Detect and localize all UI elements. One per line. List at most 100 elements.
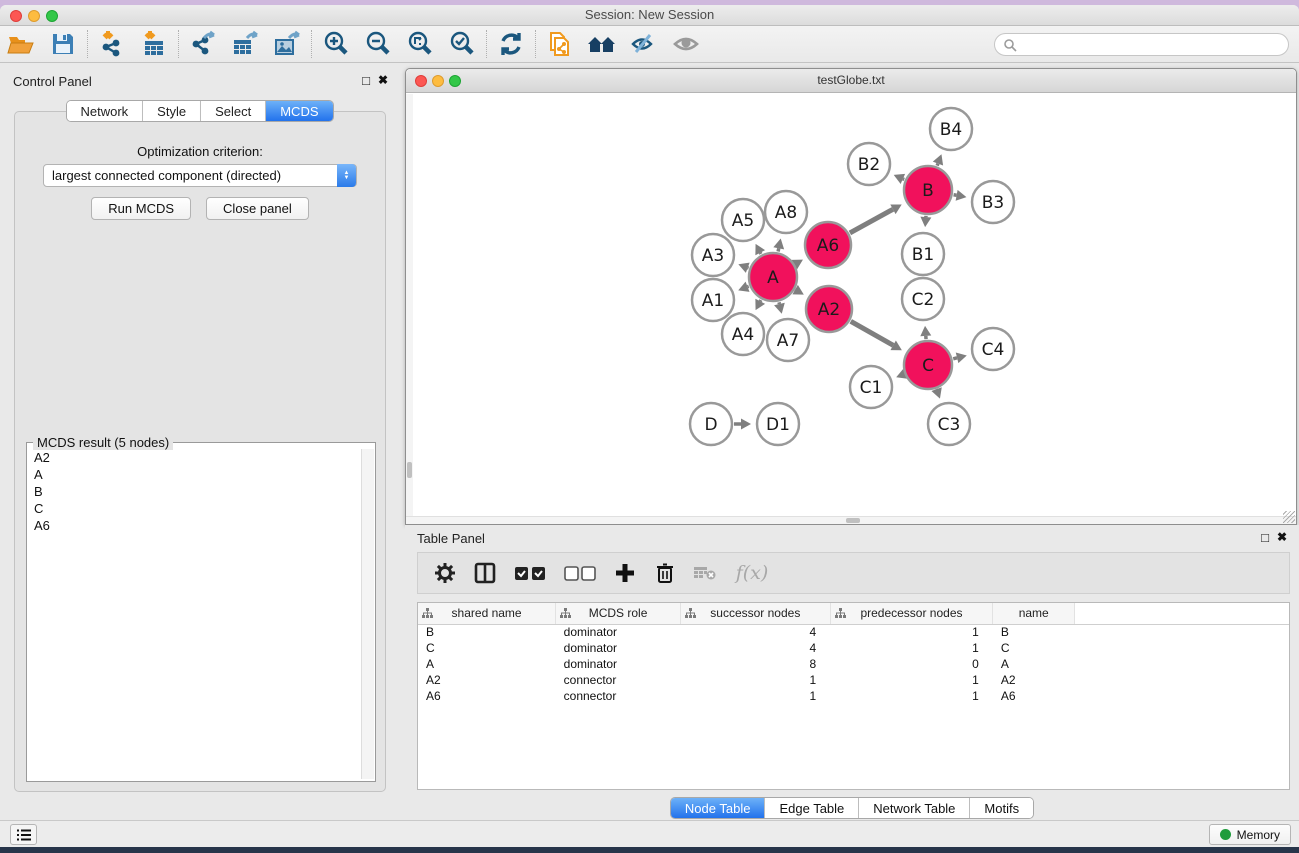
table-settings-button[interactable]: [430, 558, 460, 588]
function-builder-button[interactable]: f(x): [730, 558, 774, 588]
mcds-result-item[interactable]: A: [28, 466, 362, 483]
graph-edge-A2-C[interactable]: [851, 321, 893, 345]
tab-mcds[interactable]: MCDS: [265, 101, 332, 121]
mcds-result-list[interactable]: A2ABCA6: [28, 449, 362, 779]
graph-node-label: B4: [940, 120, 962, 140]
column-header-MCDS-role[interactable]: MCDS role: [556, 603, 681, 624]
tab-network[interactable]: Network: [66, 101, 142, 121]
graph-edge-B-B3[interactable]: [954, 195, 957, 196]
mcds-result-item[interactable]: A2: [28, 449, 362, 466]
maximize-window-button[interactable]: [46, 10, 58, 22]
column-header-predecessor-nodes[interactable]: predecessor nodes: [830, 603, 993, 624]
graph-edge-A6-B[interactable]: [850, 209, 893, 233]
graph-edge-A-A5[interactable]: [760, 253, 761, 254]
mcds-result-item[interactable]: B: [28, 483, 362, 500]
mcds-result-scrollbar[interactable]: [361, 449, 374, 779]
mcds-result-item[interactable]: A6: [28, 517, 362, 534]
table-row[interactable]: A6connector11A6: [418, 688, 1289, 704]
float-table-panel-icon[interactable]: □: [1261, 530, 1269, 545]
network-vertical-scrollbar[interactable]: [406, 94, 413, 518]
tab-node-table[interactable]: Node Table: [671, 798, 765, 818]
minimize-window-button[interactable]: [28, 10, 40, 22]
column-header-shared-name[interactable]: shared name: [418, 603, 556, 624]
close-window-button[interactable]: [10, 10, 22, 22]
refresh-button[interactable]: [490, 28, 532, 60]
table-row[interactable]: Adominator80A: [418, 656, 1289, 672]
mcds-result-box: MCDS result (5 nodes) A2ABCA6: [26, 442, 376, 782]
close-table-panel-icon[interactable]: ✖: [1277, 530, 1287, 545]
hide-panel-button[interactable]: [623, 28, 665, 60]
save-session-button[interactable]: [42, 28, 84, 60]
zoom-out-icon: [364, 30, 392, 58]
zoom-selected-button[interactable]: [441, 28, 483, 60]
table-row[interactable]: Cdominator41C: [418, 640, 1289, 656]
tab-style[interactable]: Style: [142, 101, 200, 121]
search-input[interactable]: [1022, 38, 1288, 52]
graph-edge-A-A4[interactable]: [760, 300, 761, 301]
graph-edge-C-C4[interactable]: [953, 358, 957, 359]
tab-select[interactable]: Select: [200, 101, 265, 121]
optimization-criterion-select[interactable]: largest connected component (directed) ▲…: [43, 164, 357, 187]
task-history-button[interactable]: [10, 824, 37, 845]
zoom-in-button[interactable]: [315, 28, 357, 60]
node-table: shared nameMCDS rolesuccessor nodes prede…: [417, 602, 1290, 790]
export-table-button[interactable]: [224, 28, 266, 60]
window-title: Session: New Session: [0, 5, 1299, 25]
network-window-titlebar[interactable]: testGlobe.txt: [406, 69, 1296, 93]
float-panel-icon[interactable]: □: [362, 73, 370, 88]
graph-node-label: A5: [732, 211, 754, 231]
app-titlebar: Session: New Session: [0, 5, 1299, 26]
network-view-window: testGlobe.txt AA1A2A3A4A5A6A7A8BB1B2B3B4…: [405, 68, 1297, 525]
add-column-button[interactable]: [610, 558, 640, 588]
graph-edge-B-B2[interactable]: [903, 179, 904, 180]
export-image-button[interactable]: [266, 28, 308, 60]
open-session-button[interactable]: [0, 28, 42, 60]
graph-edge-B-B4[interactable]: [937, 164, 938, 166]
zoom-in-icon: [322, 30, 350, 58]
graph-edge-A-A8[interactable]: [778, 248, 779, 251]
graph-node-label: C3: [938, 415, 961, 435]
table-cell: 4: [680, 640, 830, 656]
close-panel-icon[interactable]: ✖: [378, 73, 388, 88]
network-horizontal-scrollbar[interactable]: [406, 516, 1296, 524]
tab-network-table[interactable]: Network Table: [858, 798, 969, 818]
network-minimize-button[interactable]: [432, 75, 444, 87]
tab-motifs[interactable]: Motifs: [969, 798, 1033, 818]
import-table-button[interactable]: [133, 28, 175, 60]
graph-node-label: A3: [702, 246, 724, 266]
memory-button[interactable]: Memory: [1209, 824, 1291, 845]
import-network-button[interactable]: [91, 28, 133, 60]
network-close-button[interactable]: [415, 75, 427, 87]
table-cell: A6: [418, 688, 556, 704]
table-row[interactable]: A2connector11A2: [418, 672, 1289, 688]
column-header-successor-nodes[interactable]: successor nodes: [680, 603, 830, 624]
column-header-name[interactable]: name: [993, 603, 1075, 624]
table-row[interactable]: Bdominator41B: [418, 624, 1289, 640]
network-resize-grip[interactable]: [1283, 511, 1295, 523]
delete-table-button[interactable]: [690, 558, 720, 588]
show-column-button[interactable]: [470, 558, 500, 588]
zoom-fit-button[interactable]: [399, 28, 441, 60]
select-all-button[interactable]: [510, 558, 550, 588]
run-mcds-button[interactable]: Run MCDS: [91, 197, 191, 220]
home-button[interactable]: [581, 28, 623, 60]
toolbar-separator: [486, 30, 487, 58]
search-field[interactable]: [994, 33, 1289, 56]
tab-edge-table[interactable]: Edge Table: [764, 798, 858, 818]
show-panel-button[interactable]: [665, 28, 707, 60]
zoom-out-button[interactable]: [357, 28, 399, 60]
network-graph[interactable]: AA1A2A3A4A5A6A7A8BB1B2B3B4CC1C2C3C4DD1: [407, 94, 1296, 518]
graph-node-label: B3: [982, 193, 1004, 213]
graph-node-label: A4: [732, 325, 754, 345]
delete-column-button[interactable]: [650, 558, 680, 588]
graph-node-label: A2: [818, 300, 840, 320]
deselect-all-button[interactable]: [560, 558, 600, 588]
table-tabs: Node TableEdge TableNetwork TableMotifs: [670, 797, 1034, 819]
graph-node-label: A1: [702, 291, 724, 311]
column-header-label: predecessor nodes: [860, 606, 962, 620]
export-network-button[interactable]: [182, 28, 224, 60]
close-panel-button[interactable]: Close panel: [206, 197, 309, 220]
network-maximize-button[interactable]: [449, 75, 461, 87]
mcds-result-item[interactable]: C: [28, 500, 362, 517]
clone-network-button[interactable]: [539, 28, 581, 60]
